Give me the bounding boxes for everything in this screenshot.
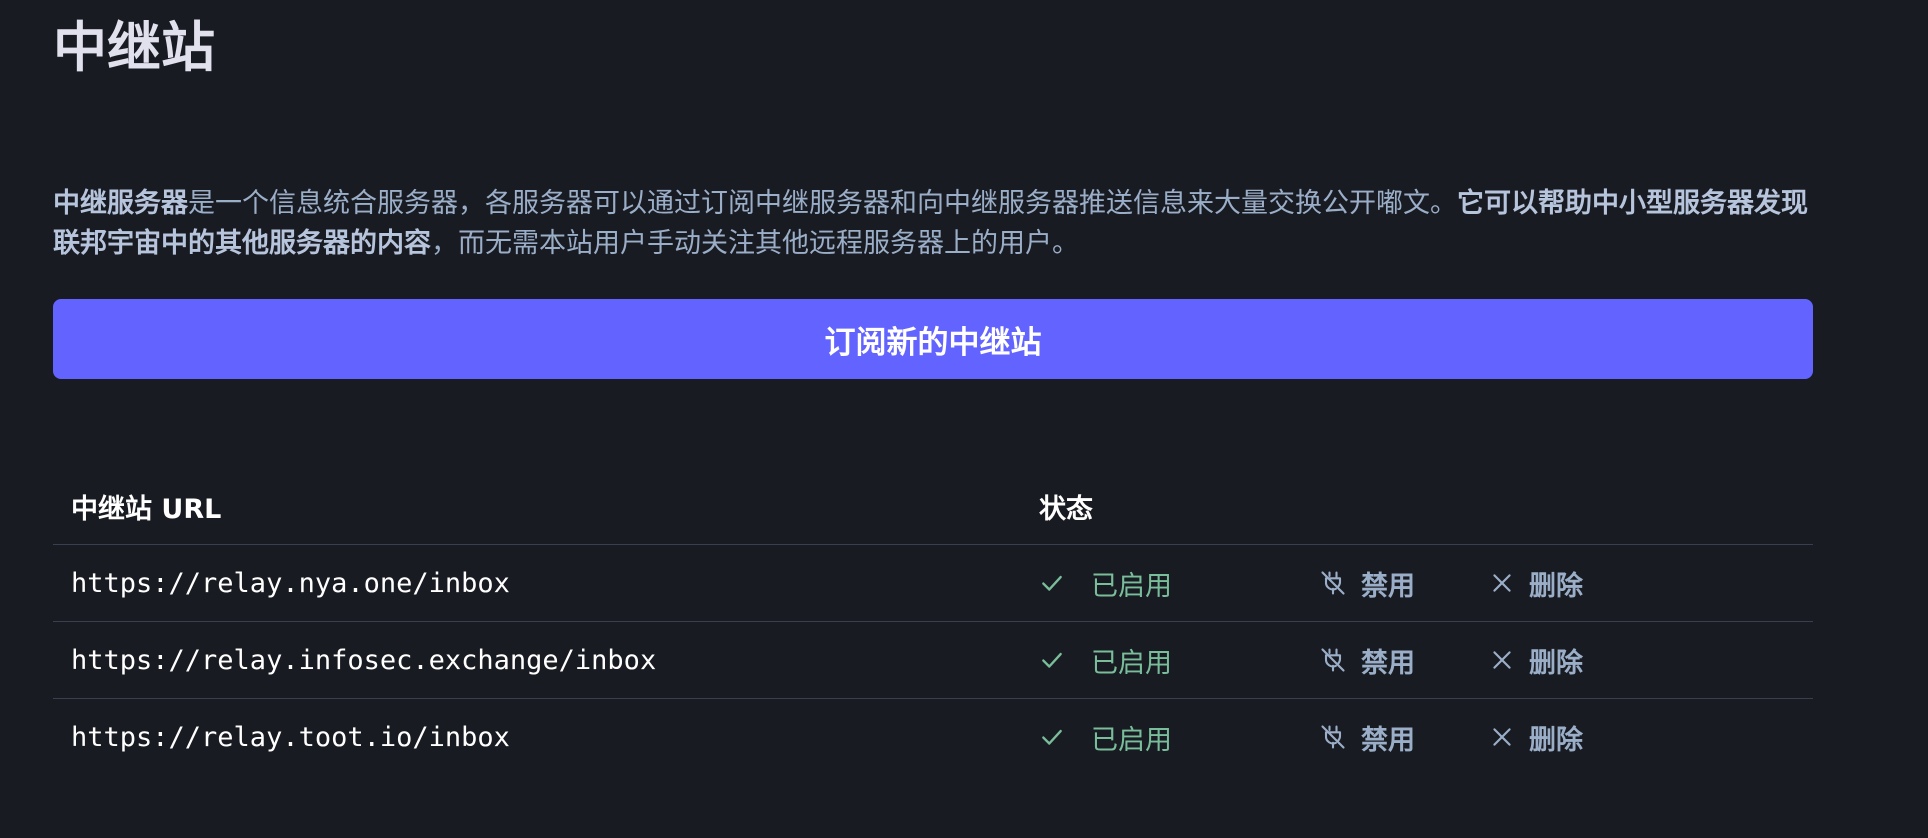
delete-relay-button[interactable]: 删除 (1489, 564, 1583, 603)
subscribe-relay-button[interactable]: 订阅新的中继站 (53, 299, 1813, 379)
delete-label: 删除 (1529, 570, 1583, 602)
table-row: https://relay.nya.one/inbox 已启用 禁用 删除 (53, 544, 1813, 622)
description-text-end: ，而无需本站用户手动关注其他远程服务器上的用户。 (431, 228, 1079, 259)
table-row: https://relay.infosec.exchange/inbox 已启用… (53, 621, 1813, 699)
column-header-status: 状态 (1021, 468, 1813, 545)
table-header-row: 中继站 URL 状态 (53, 468, 1813, 545)
description-text: 是一个信息统合服务器，各服务器可以通过订阅中继服务器和向中继服务器推送信息来大量… (188, 188, 1457, 219)
description-bold-term: 中继服务器 (53, 188, 188, 219)
status-label: 已启用 (1091, 647, 1172, 679)
relay-url: https://relay.toot.io/inbox (71, 721, 510, 753)
relay-url-cell: https://relay.toot.io/inbox (53, 699, 1021, 776)
relay-url-cell: https://relay.nya.one/inbox (53, 544, 1021, 622)
status-enabled: 已启用 (1039, 718, 1319, 757)
delete-label: 删除 (1529, 724, 1583, 756)
delete-relay-button[interactable]: 删除 (1489, 641, 1583, 680)
relay-url-cell: https://relay.infosec.exchange/inbox (53, 621, 1021, 699)
status-label: 已启用 (1091, 570, 1172, 602)
relay-url: https://relay.nya.one/inbox (71, 567, 510, 599)
disable-relay-button[interactable]: 禁用 (1319, 564, 1489, 603)
status-enabled: 已启用 (1039, 564, 1319, 603)
relay-status-cell: 已启用 禁用 删除 (1021, 621, 1813, 699)
status-label: 已启用 (1091, 724, 1172, 756)
relays-table: 中继站 URL 状态 https://relay.nya.one/inbox 已… (53, 468, 1813, 775)
check-icon (1042, 729, 1062, 745)
disable-label: 禁用 (1361, 570, 1415, 602)
plug-off-icon (1321, 648, 1345, 672)
plug-off-icon (1321, 571, 1345, 595)
delete-relay-button[interactable]: 删除 (1489, 718, 1583, 757)
close-icon (1493, 574, 1511, 592)
disable-relay-button[interactable]: 禁用 (1319, 641, 1489, 680)
plug-off-icon (1321, 725, 1345, 749)
relays-page: 中继站 中继服务器是一个信息统合服务器，各服务器可以通过订阅中继服务器和向中继服… (0, 0, 1928, 838)
disable-label: 禁用 (1361, 647, 1415, 679)
relay-status-cell: 已启用 禁用 删除 (1021, 544, 1813, 622)
table-row: https://relay.toot.io/inbox 已启用 禁用 删除 (53, 699, 1813, 776)
disable-label: 禁用 (1361, 724, 1415, 756)
check-icon (1042, 575, 1062, 591)
disable-relay-button[interactable]: 禁用 (1319, 718, 1489, 757)
close-icon (1493, 728, 1511, 746)
close-icon (1493, 651, 1511, 669)
status-enabled: 已启用 (1039, 641, 1319, 680)
page-description: 中继服务器是一个信息统合服务器，各服务器可以通过订阅中继服务器和向中继服务器推送… (53, 184, 1813, 264)
column-header-url: 中继站 URL (53, 468, 1021, 545)
page-title: 中继站 (53, 16, 215, 79)
check-icon (1042, 652, 1062, 668)
delete-label: 删除 (1529, 647, 1583, 679)
relay-status-cell: 已启用 禁用 删除 (1021, 699, 1813, 776)
relay-url: https://relay.infosec.exchange/inbox (71, 644, 657, 676)
